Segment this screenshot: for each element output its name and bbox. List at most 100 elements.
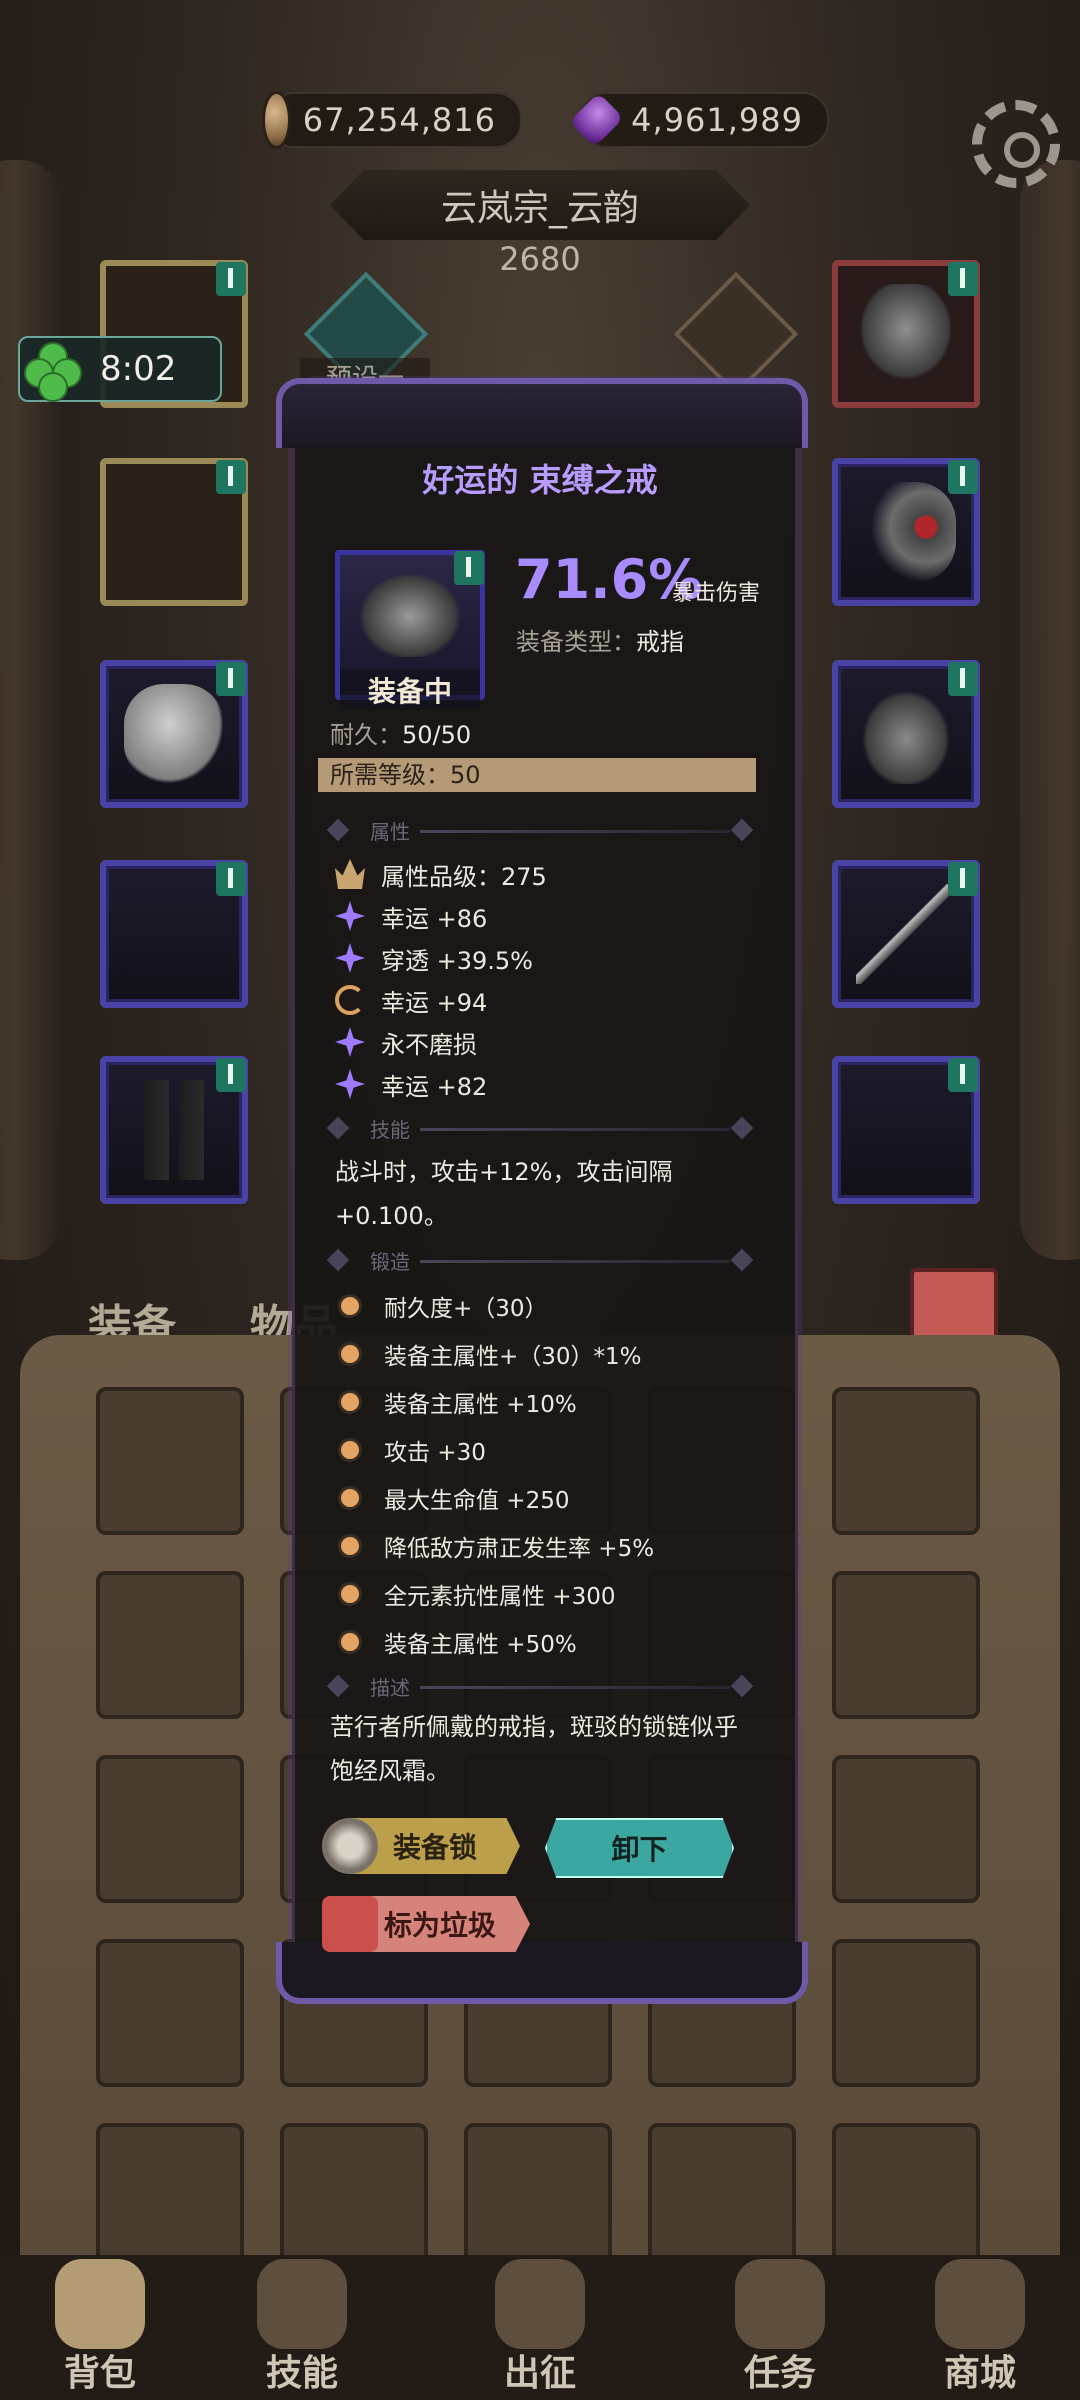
forging-text: 最大生命值 +250 <box>384 1488 570 1514</box>
nav-quests[interactable]: 任务 <box>690 2255 870 2400</box>
forge-dot-icon <box>338 1534 362 1558</box>
equip-slot-right-1[interactable] <box>832 260 980 408</box>
skill-book-icon <box>257 2259 347 2349</box>
diamond-icon <box>326 818 350 842</box>
attribute-row: 幸运 +86 <box>335 898 487 934</box>
section-title: 技能 <box>370 1118 410 1142</box>
bag-cell[interactable] <box>832 1387 980 1535</box>
equip-slot-right-2[interactable] <box>832 458 980 606</box>
equip-slot-right-3[interactable] <box>832 660 980 808</box>
type-value: 戒指 <box>636 628 684 656</box>
section-description: 描述 <box>326 1672 754 1702</box>
equip-slot-left-2[interactable] <box>100 458 248 606</box>
equip-slot-left-3[interactable] <box>100 660 248 808</box>
diamond-icon <box>326 1248 350 1272</box>
bag-cell[interactable] <box>464 2123 612 2271</box>
forge-dot-icon <box>338 1294 362 1318</box>
forge-dot-icon <box>338 1342 362 1366</box>
gem-currency: 4,961,989 <box>569 92 829 148</box>
nav-skills[interactable]: 技能 <box>212 2255 392 2400</box>
attribute-row: 永不磨损 <box>335 1024 477 1060</box>
section-forging: 锻造 <box>326 1246 754 1276</box>
bag-cell[interactable] <box>96 1571 244 1719</box>
attribute-text: 永不磨损 <box>381 1030 477 1059</box>
luck-buff-timer[interactable]: 8:02 <box>18 336 222 402</box>
wand-item-icon <box>856 884 956 984</box>
left-vine-decoration <box>0 160 60 1260</box>
gold-currency: 67,254,816 <box>262 91 522 149</box>
lock-tag-icon <box>216 1058 246 1092</box>
attribute-row: 幸运 +94 <box>335 982 487 1018</box>
lock-button-label: 装备锁 <box>392 1831 477 1864</box>
nav-label: 商城 <box>943 2353 1016 2394</box>
shop-crest-icon <box>935 2259 1025 2349</box>
nav-expedition[interactable]: 出征 <box>450 2255 630 2400</box>
bag-cell[interactable] <box>96 1939 244 2087</box>
crown-icon <box>335 859 365 889</box>
lock-tag-icon <box>454 551 484 585</box>
diamond-icon <box>326 1116 350 1140</box>
durability: 耐久：50/50 <box>330 715 471 750</box>
gem-amount: 4,961,989 <box>631 101 803 139</box>
lock-tag-icon <box>216 262 246 296</box>
bag-cell[interactable] <box>832 1755 980 1903</box>
forge-dot-icon <box>338 1582 362 1606</box>
lock-tag-icon <box>948 662 978 696</box>
nav-label: 出征 <box>503 2353 576 2394</box>
main-stat-label: 暴击伤害 <box>672 581 761 606</box>
equip-slot-left-4[interactable] <box>100 860 248 1008</box>
equip-slot-right-4[interactable] <box>832 860 980 1008</box>
section-title: 描述 <box>370 1676 410 1700</box>
purple-star-icon <box>335 1069 365 1099</box>
helmet-item-icon <box>856 284 956 384</box>
cycle-icon <box>335 985 365 1015</box>
bag-cell[interactable] <box>648 2123 796 2271</box>
unequip-button-label: 卸下 <box>611 1833 668 1866</box>
lock-tag-icon <box>216 662 246 696</box>
purple-star-icon <box>335 943 365 973</box>
bag-cell[interactable] <box>832 1571 980 1719</box>
forging-row: 最大生命值 +250 <box>338 1480 569 1516</box>
settings-gear-icon[interactable] <box>972 100 1060 188</box>
equipment-type: 装备类型：戒指 <box>516 622 684 657</box>
nav-shop[interactable]: 商城 <box>890 2255 1070 2400</box>
section-skill: 技能 <box>326 1114 754 1144</box>
item-description: 苦行者所佩戴的戒指，斑驳的锁链似乎饱经风霜。 <box>330 1713 738 1785</box>
lock-tag-icon <box>216 460 246 494</box>
forge-dot-icon <box>338 1630 362 1654</box>
purple-star-icon <box>335 1027 365 1057</box>
forging-row: 装备主属性 +50% <box>338 1624 577 1660</box>
diamond-icon <box>730 1674 754 1698</box>
unequip-button[interactable]: 卸下 <box>545 1818 734 1878</box>
bag-cell[interactable] <box>96 1387 244 1535</box>
attribute-text: 穿透 +39.5% <box>381 946 533 975</box>
junk-button-label: 标为垃圾 <box>383 1909 496 1942</box>
lock-tag-icon <box>216 862 246 896</box>
chain-ring-item-icon <box>856 684 956 784</box>
attribute-text: 幸运 +94 <box>381 988 488 1017</box>
lock-tag-icon <box>948 460 978 494</box>
bottom-nav: 背包 技能 出征 任务 商城 <box>0 2255 1080 2400</box>
durability-value: 50/50 <box>402 721 472 749</box>
bag-cell[interactable] <box>832 1939 980 2087</box>
bag-cell[interactable] <box>280 2123 428 2271</box>
trash-icon <box>322 1896 378 1952</box>
section-title: 属性 <box>370 820 410 844</box>
bag-cell[interactable] <box>832 2123 980 2271</box>
sword-map-icon <box>495 2259 585 2349</box>
combat-power: 2680 <box>499 240 581 278</box>
nav-label: 技能 <box>265 2353 338 2394</box>
equip-slot-right-5[interactable] <box>832 1056 980 1204</box>
diamond-icon <box>730 1116 754 1140</box>
attribute-row: 穿透 +39.5% <box>335 940 533 976</box>
bag-cell[interactable] <box>96 2123 244 2271</box>
forging-text: 攻击 +30 <box>384 1440 486 1466</box>
equipped-badge: 装备中 <box>340 670 480 710</box>
equip-slot-left-5[interactable] <box>100 1056 248 1204</box>
forging-row: 耐久度+（30） <box>338 1288 548 1324</box>
nav-backpack[interactable]: 背包 <box>10 2255 190 2400</box>
attribute-row: 属性品级：275 <box>335 856 547 892</box>
player-name-banner: 云岚宗_云韵 <box>330 170 750 240</box>
forge-dot-icon <box>338 1486 362 1510</box>
bag-cell[interactable] <box>96 1755 244 1903</box>
